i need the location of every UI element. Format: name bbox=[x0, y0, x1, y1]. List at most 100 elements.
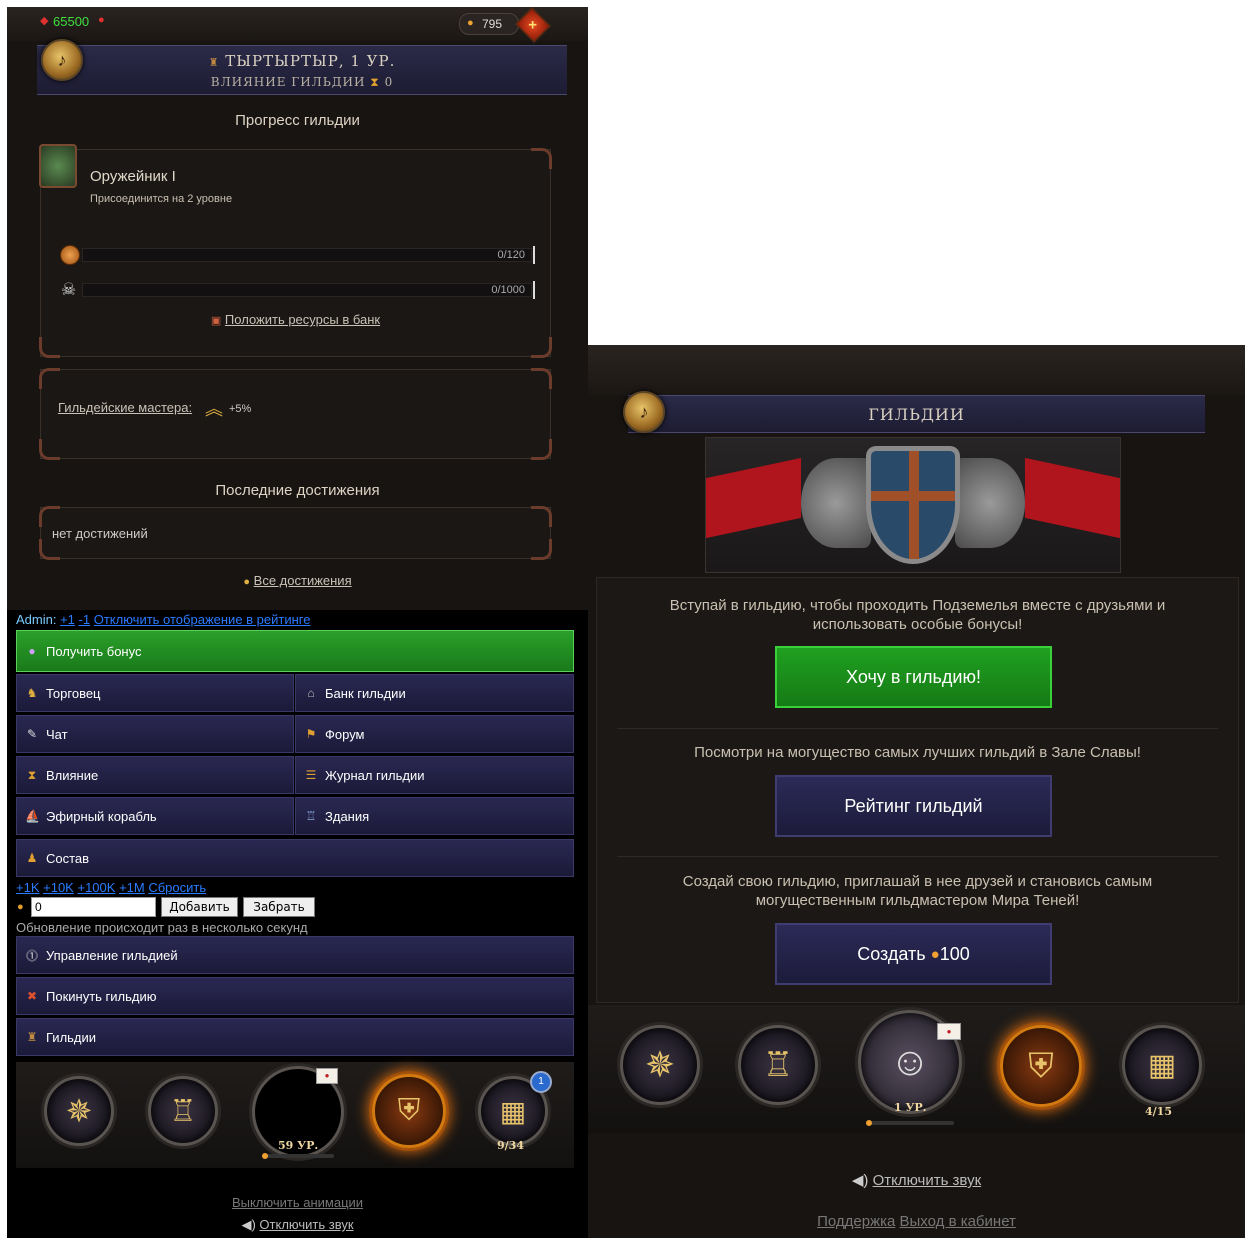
mute-sound-link-right[interactable]: Отключить звук bbox=[873, 1172, 982, 1189]
admin-row: Admin: +1 -1 Отключить отображение в рей… bbox=[16, 612, 310, 627]
inventory-orb-right[interactable]: ▦ bbox=[1122, 1025, 1202, 1105]
join-guild-button[interactable]: Хочу в гильдию! bbox=[775, 646, 1052, 708]
mute-row-left: ◀) Отключить звук bbox=[7, 1217, 588, 1233]
axe-left-icon bbox=[801, 458, 871, 548]
influence-button[interactable]: ⧗ Влияние bbox=[16, 756, 294, 794]
all-achievements-link[interactable]: Все достижения bbox=[254, 573, 352, 588]
achievements-empty: нет достижений bbox=[52, 526, 148, 541]
skull-progress-bar: 0/1000 bbox=[82, 281, 535, 299]
take-button[interactable]: Забрать bbox=[243, 897, 315, 917]
guild-bank-button[interactable]: ⌂ Банк гильдии bbox=[295, 674, 574, 712]
guild-journal-button[interactable]: ☰ Журнал гильдии bbox=[295, 756, 574, 794]
mail-icon-right[interactable]: ● bbox=[937, 1023, 961, 1040]
roster-button[interactable]: ♟ Состав bbox=[16, 839, 574, 877]
guild-orb[interactable]: ⛨ bbox=[372, 1074, 446, 1148]
logout-link[interactable]: Выход в кабинет bbox=[900, 1213, 1016, 1230]
amount-1k-link[interactable]: +1K bbox=[16, 880, 40, 895]
guild-banner-small-icon: ♜ bbox=[26, 1030, 38, 1044]
right-header: ГИЛЬДИИ bbox=[628, 395, 1205, 433]
skull-icon: ☠ bbox=[61, 280, 77, 299]
guild-influence: ВЛИЯНИЕ ГИЛЬДИИ ⧗ 0 bbox=[210, 75, 394, 89]
guild-rating-button[interactable]: Рейтинг гильдий bbox=[775, 775, 1052, 837]
divider-1 bbox=[617, 728, 1218, 729]
get-bonus-button[interactable]: ● Получить бонус bbox=[16, 630, 574, 672]
trophy-icon: ● bbox=[243, 576, 251, 588]
create-text: Создай свою гильдию, приглашай в нее дру… bbox=[682, 873, 1153, 909]
speaker-icon: ◀) bbox=[241, 1217, 256, 1232]
divider-2 bbox=[617, 856, 1218, 857]
bell-icon-right[interactable]: ♪ bbox=[623, 391, 665, 433]
coin-small-icon: ● bbox=[17, 901, 24, 913]
castle-orb[interactable]: ♖ bbox=[148, 1076, 218, 1146]
admin-minus-link[interactable]: -1 bbox=[79, 612, 91, 627]
admin-plus-link[interactable]: +1 bbox=[60, 612, 75, 627]
notification-badge: 1 bbox=[530, 1071, 552, 1093]
guild-crest-icon: ⛨ bbox=[397, 1094, 421, 1127]
rating-text: Посмотри на могущество самых лучших гиль… bbox=[694, 744, 1141, 761]
rank-note: Присоединится на 2 уровне bbox=[90, 193, 233, 205]
add-button[interactable]: Добавить bbox=[161, 897, 238, 917]
inventory-count: 9/34 bbox=[497, 1139, 524, 1152]
guild-name: ♜ ТЫРТЫРТЫР, 1 УР. bbox=[208, 52, 396, 70]
right-top-border bbox=[588, 345, 1245, 395]
mute-sound-link-left[interactable]: Отключить звук bbox=[259, 1217, 353, 1232]
character-portrait-icon: ☺ bbox=[889, 1039, 931, 1084]
gem-counter: ● 795 bbox=[459, 13, 519, 35]
footer-links: Поддержка Выход в кабинет bbox=[588, 1213, 1245, 1230]
mail-icon[interactable]: ● bbox=[316, 1068, 338, 1084]
rank-chevron-icon: ︽ bbox=[205, 399, 223, 419]
compass-icon-right: ✵ bbox=[644, 1044, 676, 1085]
compass-orb-right[interactable]: ✵ bbox=[620, 1025, 700, 1105]
amount-100k-link[interactable]: +100K bbox=[77, 880, 115, 895]
info-shield-icon: ⓵ bbox=[25, 948, 38, 963]
chat-button[interactable]: ✎ Чат bbox=[16, 715, 294, 753]
gem-icon: ● bbox=[467, 17, 474, 29]
amount-1m-link[interactable]: +1M bbox=[119, 880, 145, 895]
create-guild-button[interactable]: Создать ● 100 bbox=[775, 923, 1052, 985]
admin-area: Admin: +1 -1 Отключить отображение в рей… bbox=[7, 610, 588, 1238]
achievements-title: Последние достижения bbox=[215, 482, 380, 499]
masters-bonus: +5% bbox=[229, 403, 252, 415]
money-bag-icon: ♞ bbox=[26, 686, 38, 700]
guild-masters-link[interactable]: Гильдейские мастера: bbox=[58, 400, 192, 415]
airship-button[interactable]: ⛵ Эфирный корабль bbox=[16, 797, 294, 835]
add-gems-button[interactable]: + bbox=[514, 7, 552, 44]
manage-guild-button[interactable]: ⓵ Управление гильдией bbox=[16, 936, 574, 974]
leave-guild-button[interactable]: ✖ Покинуть гильдию bbox=[16, 977, 574, 1015]
castle-orb-right[interactable]: ♖ bbox=[738, 1025, 818, 1105]
amount-10k-link[interactable]: +10K bbox=[43, 880, 74, 895]
speaker-icon-right: ◀) bbox=[851, 1172, 869, 1189]
bank-icon: ⌂ bbox=[307, 686, 315, 700]
forum-button[interactable]: ⚑ Форум bbox=[295, 715, 574, 753]
deposit-resources-link[interactable]: Положить ресурсы в банк bbox=[225, 312, 380, 327]
admin-label: Admin: bbox=[16, 612, 57, 627]
ruby-icon: ◆ bbox=[40, 15, 49, 27]
buildings-button[interactable]: ♖ Здания bbox=[295, 797, 574, 835]
all-achievements-row: ● Все достижения bbox=[7, 573, 588, 588]
coin-progress-text: 0/120 bbox=[497, 249, 525, 261]
coin-icon bbox=[60, 245, 80, 265]
disable-animations-link[interactable]: Выключить анимации bbox=[7, 1195, 588, 1210]
guild-banner-icon: ♜ bbox=[208, 56, 220, 69]
lock-icon: ▣ bbox=[210, 315, 222, 327]
character-level: 59 УР. bbox=[278, 1139, 319, 1152]
admin-toggle-rating-link[interactable]: Отключить отображение в рейтинге bbox=[94, 612, 311, 627]
city-icon: ♖ bbox=[169, 1094, 197, 1128]
ruby-count: 65500 bbox=[53, 14, 90, 29]
amount-input[interactable] bbox=[31, 897, 156, 917]
reset-link[interactable]: Сбросить bbox=[148, 880, 206, 895]
xp-bar-right bbox=[866, 1120, 954, 1126]
rank-name: Оружейник I bbox=[90, 168, 176, 185]
scroll-icon: ☰ bbox=[305, 768, 317, 782]
guild-banner-image bbox=[705, 437, 1121, 573]
merchant-button[interactable]: ♞ Торговец bbox=[16, 674, 294, 712]
deposit-row: ▣ Положить ресурсы в банк bbox=[41, 312, 550, 327]
support-link[interactable]: Поддержка bbox=[817, 1213, 895, 1230]
currency-bar: ◆ 65500 ● ● 795 + bbox=[7, 7, 588, 44]
guild-orb-right[interactable]: ⛨ bbox=[1000, 1025, 1082, 1107]
compass-orb[interactable]: ✵ bbox=[44, 1076, 114, 1146]
skull-progress-text: 0/1000 bbox=[491, 284, 525, 296]
shield-icon bbox=[866, 446, 960, 564]
bell-icon[interactable]: ♪ bbox=[41, 39, 83, 81]
guilds-button[interactable]: ♜ Гильдии bbox=[16, 1018, 574, 1056]
